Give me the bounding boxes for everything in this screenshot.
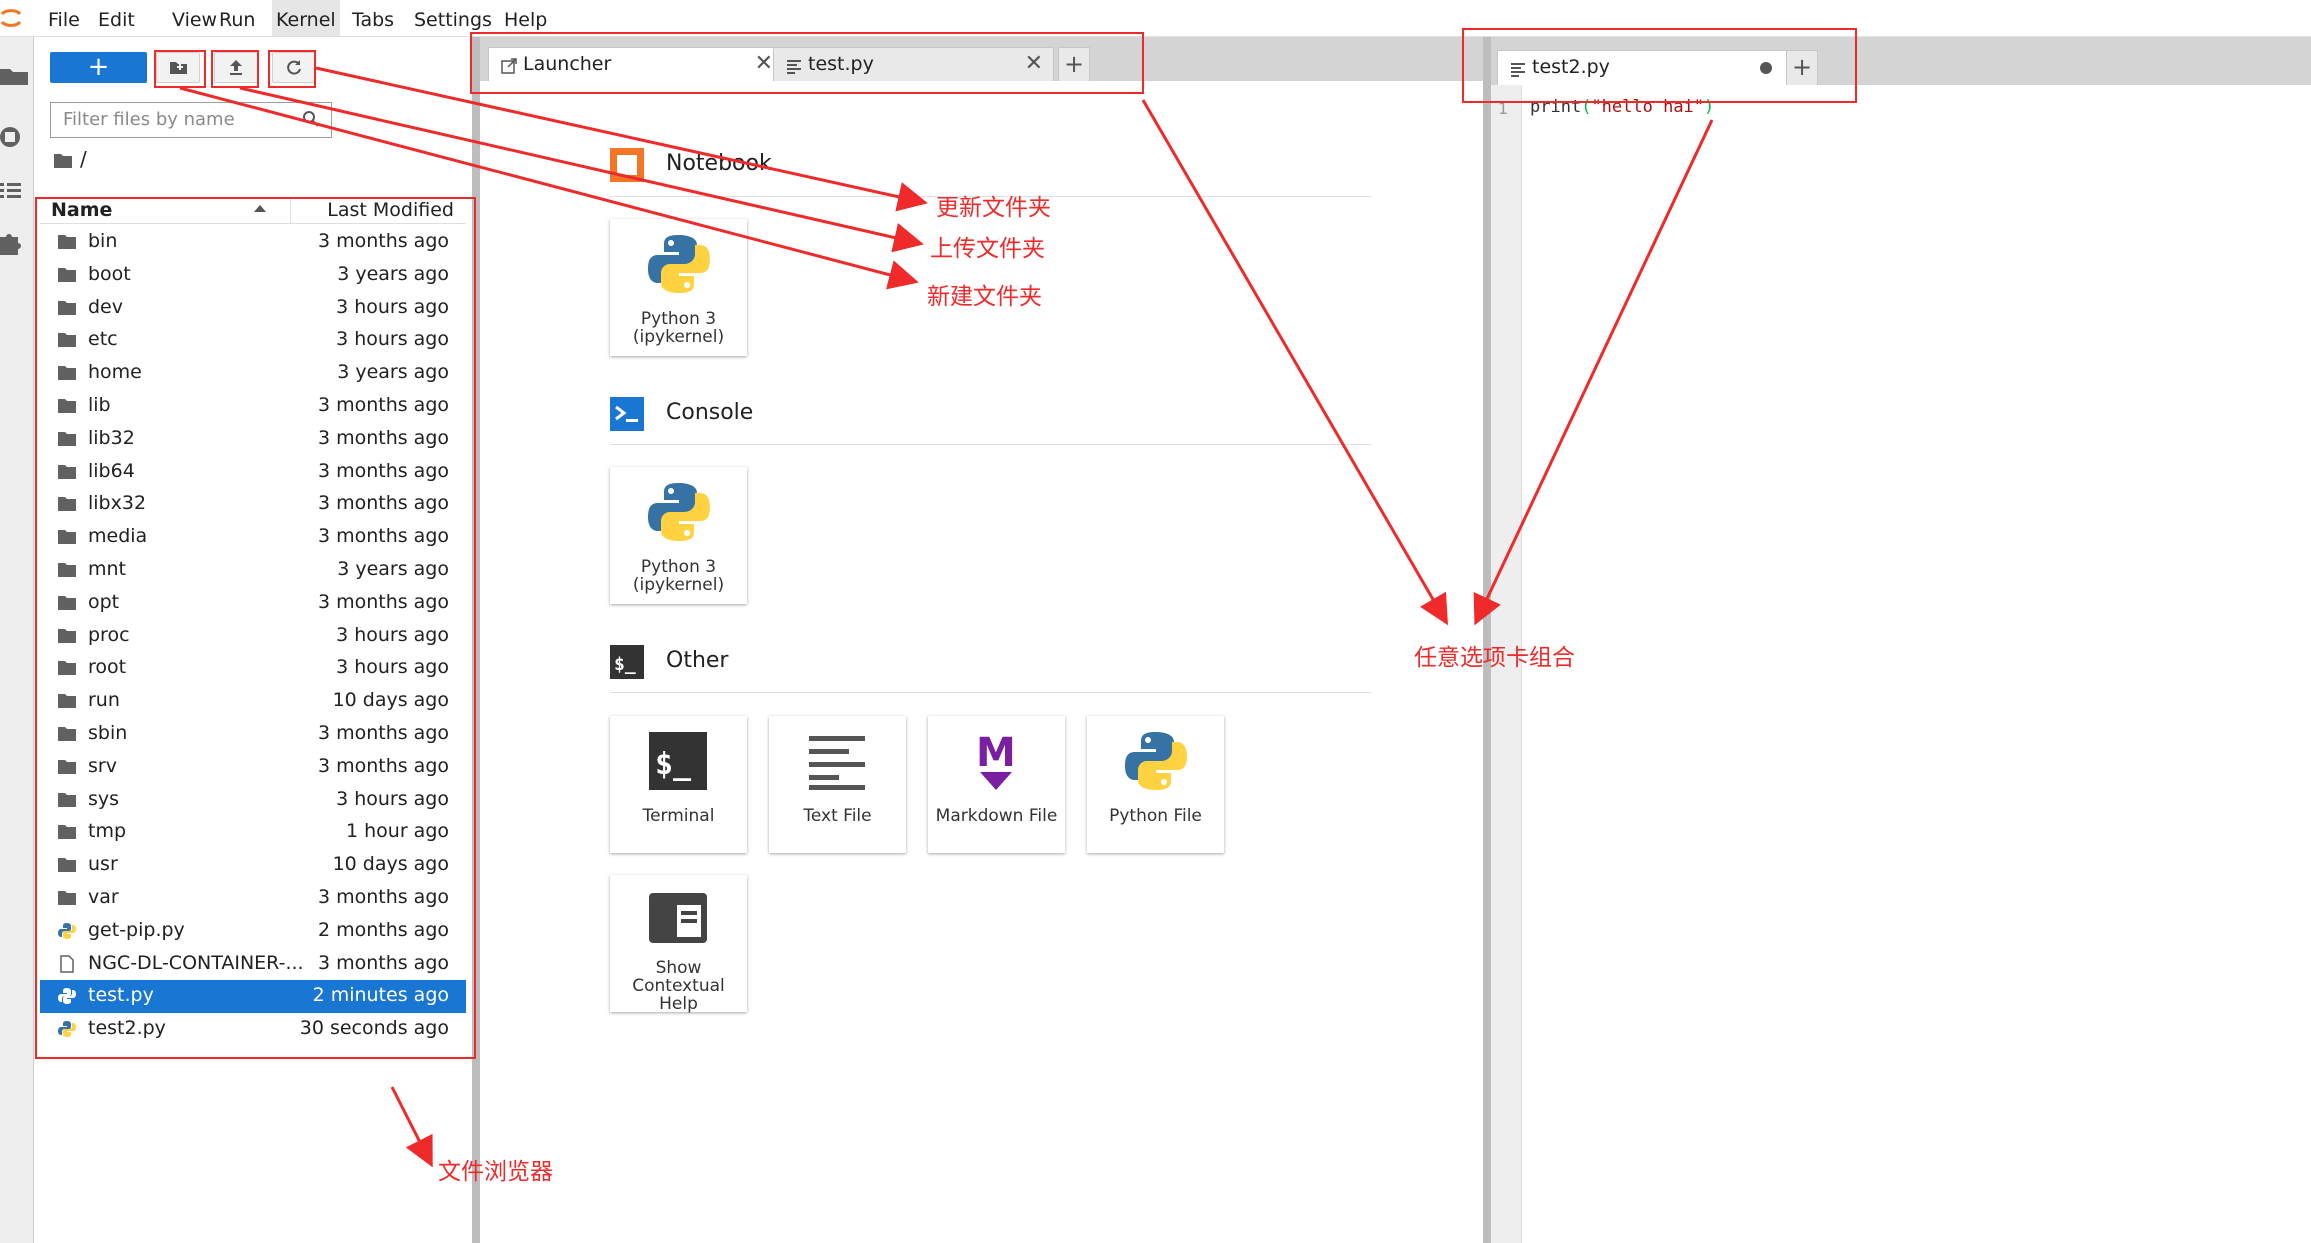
annotation-file-browser: 文件浏览器 (438, 1159, 553, 1185)
annotation-refresh-folder: 更新文件夹 (936, 195, 1051, 221)
annotation-upload-folder: 上传文件夹 (930, 236, 1045, 262)
annotation-arrows (179, 66, 1714, 1168)
annotation-new-folder: 新建文件夹 (927, 284, 1042, 310)
annotation-tab-combination: 任意选项卡组合 (1414, 645, 1575, 671)
